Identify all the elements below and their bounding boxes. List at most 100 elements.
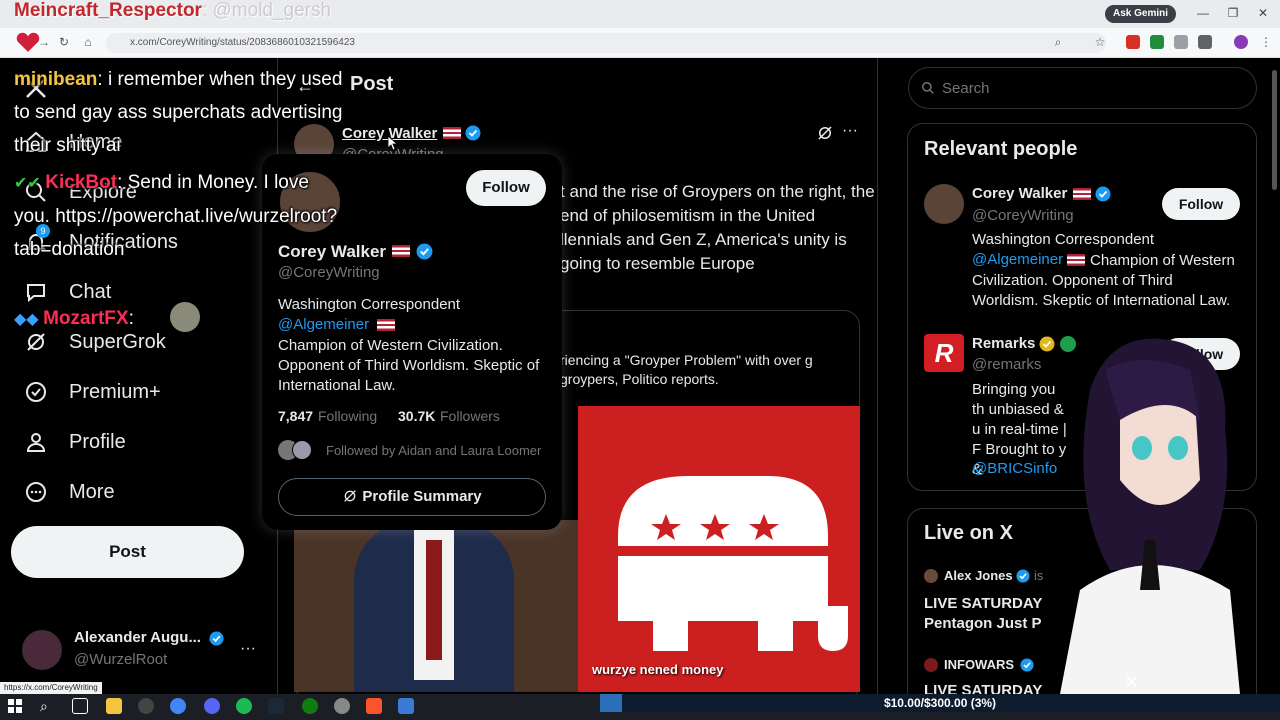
account-name[interactable]: Alexander Augu... <box>74 629 201 646</box>
person-name[interactable]: Corey Walker <box>972 185 1067 202</box>
chat-user: MozartFX <box>43 308 129 329</box>
account-avatar[interactable] <box>22 630 62 670</box>
bookmark-star-icon[interactable]: ☆ <box>1092 34 1108 50</box>
following-count[interactable]: 7,847 <box>278 408 313 424</box>
hover-follow-button[interactable]: Follow <box>466 170 546 206</box>
followed-by[interactable]: Followed by Aidan and Laura Loomer <box>326 443 541 458</box>
windows-start-icon[interactable] <box>8 699 22 713</box>
close-overlay-icon[interactable]: ✕ <box>1124 672 1139 693</box>
chat-text: : <box>128 308 134 329</box>
live-host-name[interactable]: INFOWARS <box>944 657 1014 672</box>
nav-more[interactable]: More <box>22 472 115 512</box>
tweet-text: t and the rise of Groypers on the right,… <box>560 182 875 273</box>
extensions-puzzle-icon[interactable] <box>1198 35 1212 49</box>
account-more-icon[interactable]: ··· <box>240 640 256 658</box>
verified-badge-icon <box>1020 658 1034 672</box>
person-bio-line1: Washington Correspondent <box>972 231 1155 248</box>
follow-button[interactable]: Follow <box>1162 188 1240 220</box>
card-text: riencing a "Groyper Problem" with over g… <box>560 352 813 387</box>
app-icon[interactable] <box>398 698 414 714</box>
account-handle: @WurzelRoot <box>74 651 168 668</box>
status-url: https://x.com/CoreyWriting <box>0 682 102 694</box>
grok-explain-icon[interactable] <box>816 124 834 142</box>
remarks-logo[interactable]: R <box>924 334 964 372</box>
person-avatar[interactable] <box>924 184 964 224</box>
live-host-name[interactable]: Alex Jones <box>944 568 1013 583</box>
extension-icon[interactable] <box>1126 35 1140 49</box>
live-title: Live on X <box>924 522 1013 544</box>
profile-summary-button[interactable]: Profile Summary <box>278 478 546 516</box>
person-name[interactable]: Remarks <box>972 335 1035 352</box>
steam-icon[interactable] <box>268 698 284 714</box>
us-flag-icon <box>443 127 461 139</box>
spotify-icon[interactable] <box>236 698 252 714</box>
person-bio-link[interactable]: @BRICSinfo <box>972 460 1057 477</box>
followers-count[interactable]: 30.7K <box>398 408 435 424</box>
minimize-icon[interactable]: — <box>1196 5 1210 21</box>
brave-icon[interactable] <box>366 698 382 714</box>
live-avatar[interactable] <box>924 658 938 672</box>
hover-bio-link[interactable]: @Algemeiner <box>278 316 369 333</box>
chrome-icon[interactable] <box>170 698 186 714</box>
url-field[interactable]: x.com/CoreyWriting/status/20836860103215… <box>106 33 1106 53</box>
summary-label: Profile Summary <box>362 488 482 505</box>
chat-message: minibean: i remember when they used to s… <box>14 63 344 162</box>
following-label[interactable]: Following <box>318 408 377 424</box>
hover-bio-line1: Washington Correspondent <box>278 296 461 313</box>
mouse-cursor-icon <box>387 135 399 151</box>
nav-profile[interactable]: Profile <box>22 422 126 462</box>
nav-label: Chat <box>69 280 112 303</box>
file-explorer-icon[interactable] <box>106 698 122 714</box>
more-icon <box>22 478 50 506</box>
app-icon[interactable] <box>334 698 350 714</box>
menu-dots-icon[interactable]: ⋮ <box>1258 34 1274 50</box>
search-input[interactable]: Search <box>908 67 1257 109</box>
live-avatar[interactable] <box>924 569 938 583</box>
heart-icon <box>14 31 42 55</box>
live-title-text[interactable]: LIVE SATURDAY <box>924 682 1042 694</box>
task-view-icon[interactable] <box>72 698 88 714</box>
grok-icon <box>342 482 358 518</box>
scrollbar[interactable] <box>1272 70 1277 190</box>
person-handle: @CoreyWriting <box>972 207 1074 224</box>
xbox-icon[interactable] <box>302 698 318 714</box>
reload-icon[interactable]: ↻ <box>56 34 72 50</box>
us-flag-icon <box>377 319 395 331</box>
us-flag-icon <box>392 245 410 257</box>
taskbar-search-icon[interactable]: ⌕ <box>40 698 56 714</box>
chat-user: KickBot <box>45 172 118 193</box>
live-title-text[interactable]: LIVE SATURDAY Pentagon Just P <box>924 594 1044 634</box>
chat-message: ✔✔ KickBot: Send in Money. I love you. h… <box>14 166 350 266</box>
nav-premium[interactable]: Premium+ <box>22 372 161 412</box>
home-browser-icon[interactable]: ⌂ <box>80 34 96 50</box>
post-button[interactable]: Post <box>11 526 244 578</box>
us-flag-icon <box>1073 188 1091 200</box>
verified-badge-icon <box>465 125 481 141</box>
restore-icon[interactable]: ❐ <box>1226 5 1240 21</box>
emote-icon <box>170 302 200 332</box>
nav-label: Premium+ <box>69 380 161 403</box>
discord-icon[interactable] <box>204 698 220 714</box>
chat-user: minibean <box>14 69 98 90</box>
verified-badge-icon <box>416 243 433 260</box>
tie-shape <box>426 540 442 660</box>
gop-elephant-image <box>578 406 860 692</box>
followers-label[interactable]: Followers <box>440 408 500 424</box>
verified-badge-icon <box>1095 186 1111 202</box>
verified-badge-icon <box>209 631 224 646</box>
donation-caption: wurzye nened money <box>592 662 724 677</box>
relevant-people-title: Relevant people <box>924 138 1078 160</box>
ask-gemini-button[interactable]: Ask Gemini <box>1105 5 1177 23</box>
profile-avatar-icon[interactable] <box>1234 35 1248 49</box>
hover-handle: @CoreyWriting <box>278 264 380 281</box>
extension-icon[interactable] <box>1150 35 1164 49</box>
post-more-icon[interactable]: ··· <box>842 122 858 140</box>
zoom-icon[interactable]: ⌕ <box>1050 34 1066 50</box>
column-divider <box>877 58 878 694</box>
follower-avatar <box>292 440 312 460</box>
app-icon[interactable] <box>138 698 154 714</box>
nav-label: More <box>69 480 115 503</box>
check-badge-icon: ✔✔ <box>14 175 46 192</box>
extension-icon[interactable] <box>1174 35 1188 49</box>
close-window-icon[interactable]: ✕ <box>1256 5 1270 21</box>
